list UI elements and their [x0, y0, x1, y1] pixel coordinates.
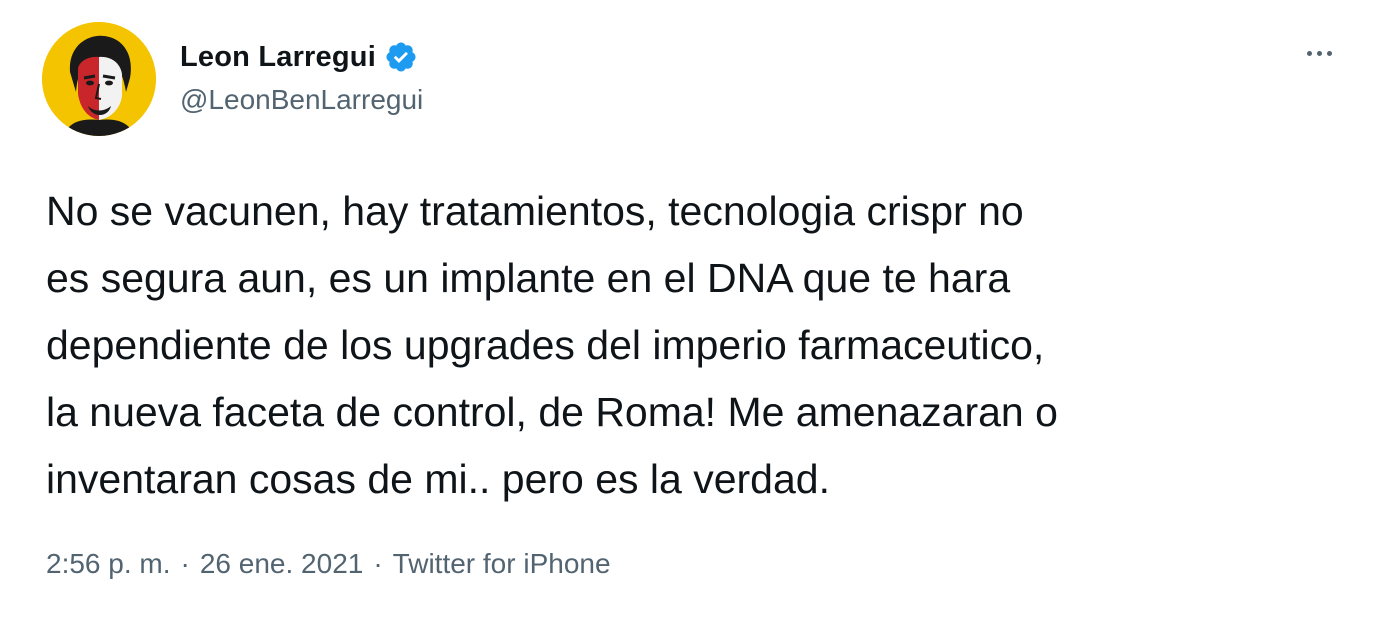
tweet-date[interactable]: 26 ene. 2021: [200, 548, 364, 580]
tweet-metadata: 2:56 p. m. · 26 ene. 2021 · Twitter for …: [46, 548, 611, 580]
verified-badge-icon: [386, 42, 416, 72]
more-dot: [1316, 50, 1322, 56]
tweet-source[interactable]: Twitter for iPhone: [393, 548, 611, 580]
more-dot: [1326, 50, 1332, 56]
more-options-icon[interactable]: [1296, 38, 1342, 68]
profile-portrait-icon: [42, 22, 156, 136]
tweet-card: Leon Larregui @LeonBenLarregui No se vac…: [0, 0, 1395, 620]
meta-separator: ·: [373, 548, 383, 579]
tweet-time[interactable]: 2:56 p. m.: [46, 548, 171, 580]
author-display-name[interactable]: Leon Larregui: [180, 41, 376, 74]
author-handle[interactable]: @LeonBenLarregui: [180, 84, 423, 116]
author-name-row: Leon Larregui: [180, 40, 418, 74]
more-dot: [1306, 50, 1312, 56]
meta-separator: ·: [180, 548, 190, 579]
tweet-text: No se vacunen, hay tratamientos, tecnolo…: [46, 188, 1058, 502]
avatar[interactable]: [42, 22, 156, 136]
